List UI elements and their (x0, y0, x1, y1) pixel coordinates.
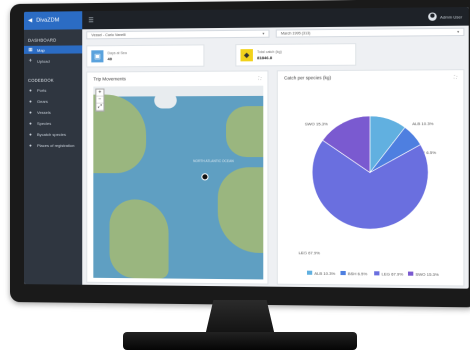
calendar-icon: ▣ (91, 50, 103, 62)
sidebar-item-label: Gears (37, 98, 48, 103)
sidebar-item-species[interactable]: ● Species (24, 119, 82, 127)
stat-days-at-sea: ▣ Days at Sea 40 (86, 44, 204, 67)
gears-icon: ● (28, 98, 33, 103)
trip-map[interactable]: + − ⤢ NORTH ATLANTIC OCEAN (93, 86, 263, 280)
sidebar-item-label: Species (37, 120, 51, 125)
map-land-africa (218, 167, 263, 253)
legend-swatch (340, 271, 345, 275)
species-icon: ● (28, 120, 33, 125)
brand[interactable]: ◀ DivaZDM (24, 11, 82, 30)
pie-slice-label: ALB 10.3% (412, 121, 434, 126)
sidebar-item-bycatch-species[interactable]: ● Bycatch species (24, 130, 82, 138)
fullscreen-icon[interactable]: ⤢ (96, 104, 103, 111)
catch-pie-chart: ALB 10.3% BSH 6.5% LEG 67.9% SWO 15.3% ALB 1… (278, 84, 464, 285)
month-select-value: March 1995 (313) (281, 31, 311, 35)
chevron-down-icon: ▾ (262, 32, 264, 36)
trip-movements-panel: Trip Movements ⛶ + − ⤢ NORTH ATLANTIC OC… (86, 70, 268, 284)
stat-label: Days at Sea (107, 51, 126, 55)
pie-slice-label: SWO 15.3% (305, 121, 328, 126)
legend-label[interactable]: SWO 15.3% (415, 272, 439, 277)
brand-logo-icon: ◀ (28, 18, 32, 24)
map-land-greenland (154, 92, 176, 108)
legend-swatch (408, 272, 413, 276)
month-select[interactable]: March 1995 (313) ▾ (276, 28, 465, 38)
vessel-select[interactable]: Vessel - Carlo Vanelli ▾ (86, 30, 269, 40)
monitor-stand-neck (205, 300, 275, 336)
legend-swatch (307, 271, 312, 275)
sidebar-item-label: Map (37, 47, 45, 52)
legend-label[interactable]: LEG 67.9% (382, 271, 404, 276)
catch-per-species-panel: Catch per species (kg) ⛶ ALB 10.3% BSH 6.… (277, 69, 465, 286)
sidebar-item-vessels[interactable]: ● Vessels (24, 108, 82, 116)
upload-icon: ✈ (28, 58, 33, 64)
sidebar-item-map[interactable]: ▦ Map (24, 45, 82, 53)
panel-title: Catch per species (kg) (284, 75, 331, 80)
monitor-stand-base (123, 332, 357, 350)
screen: ◀ DivaZDM ☰ Admin User DASHBOARD ▦ Map ✈… (24, 7, 469, 289)
main-content: Vessel - Carlo Vanelli ▾ March 1995 (313… (82, 26, 468, 289)
vessel-select-value: Vessel - Carlo Vanelli (91, 33, 125, 37)
chevron-down-icon: ▾ (457, 30, 459, 34)
stat-value: 81846.8 (257, 55, 282, 60)
vessels-icon: ● (28, 109, 33, 114)
legend-label[interactable]: BSH 6.5% (348, 271, 368, 276)
panel-title: Trip Movements (93, 76, 126, 81)
monitor-frame: ◀ DivaZDM ☰ Admin User DASHBOARD ▦ Map ✈… (10, 0, 470, 307)
sidebar-item-label: Ports (37, 87, 46, 92)
collapse-icon[interactable]: ⛶ (258, 76, 261, 81)
vessel-position-marker[interactable] (201, 173, 208, 180)
stat-total-catch: ◆ Total catch (kg) 81846.8 (235, 43, 356, 66)
avatar (428, 12, 437, 20)
fish-icon: ◆ (241, 49, 253, 61)
user-name: Admin User (440, 14, 462, 19)
ports-icon: ● (28, 87, 33, 92)
map-icon: ▦ (28, 47, 33, 53)
filter-row: Vessel - Carlo Vanelli ▾ March 1995 (313… (86, 28, 464, 42)
sidebar-item-label: Places of registration (37, 142, 75, 147)
sidebar-item-label: Vessels (37, 109, 51, 114)
sidebar-item-label: Upload (37, 58, 50, 63)
sidebar-item-upload[interactable]: ✈ Upload (24, 56, 82, 64)
sidebar-section-codebook: CODEBOOK (24, 68, 82, 86)
sidebar-section-dashboard: DASHBOARD (24, 29, 82, 46)
places-icon: ● (28, 142, 33, 147)
stat-label: Total catch (kg) (257, 50, 282, 54)
sidebar-item-label: Bycatch species (37, 131, 66, 136)
legend-swatch (374, 271, 379, 275)
brand-name: DivaZDM (36, 17, 59, 23)
map-land-arctic (93, 86, 263, 97)
collapse-icon[interactable]: ⛶ (454, 74, 457, 79)
sidebar-item-places-of-registration[interactable]: ● Places of registration (24, 141, 82, 149)
zoom-control[interactable]: + − ⤢ (95, 89, 104, 112)
user-menu[interactable]: Admin User (428, 12, 468, 21)
pie-slice-label: LEG 67.9% (299, 250, 321, 255)
legend-label[interactable]: ALB 10.3% (314, 271, 335, 276)
sidebar-item-ports[interactable]: ● Ports (24, 86, 82, 94)
sidebar: DASHBOARD ▦ Map ✈ Upload CODEBOOK ● Port… (24, 29, 82, 284)
zoom-out-icon[interactable]: − (96, 97, 103, 104)
map-land-europe (226, 106, 263, 157)
map-land-south-america (110, 199, 169, 278)
menu-icon[interactable]: ☰ (88, 17, 93, 24)
zoom-in-icon[interactable]: + (96, 90, 103, 97)
bycatch-icon: ● (28, 131, 33, 136)
sidebar-item-gears[interactable]: ● Gears (24, 97, 82, 105)
map-ocean-label: NORTH ATLANTIC OCEAN (193, 159, 234, 163)
stat-value: 40 (107, 56, 126, 61)
